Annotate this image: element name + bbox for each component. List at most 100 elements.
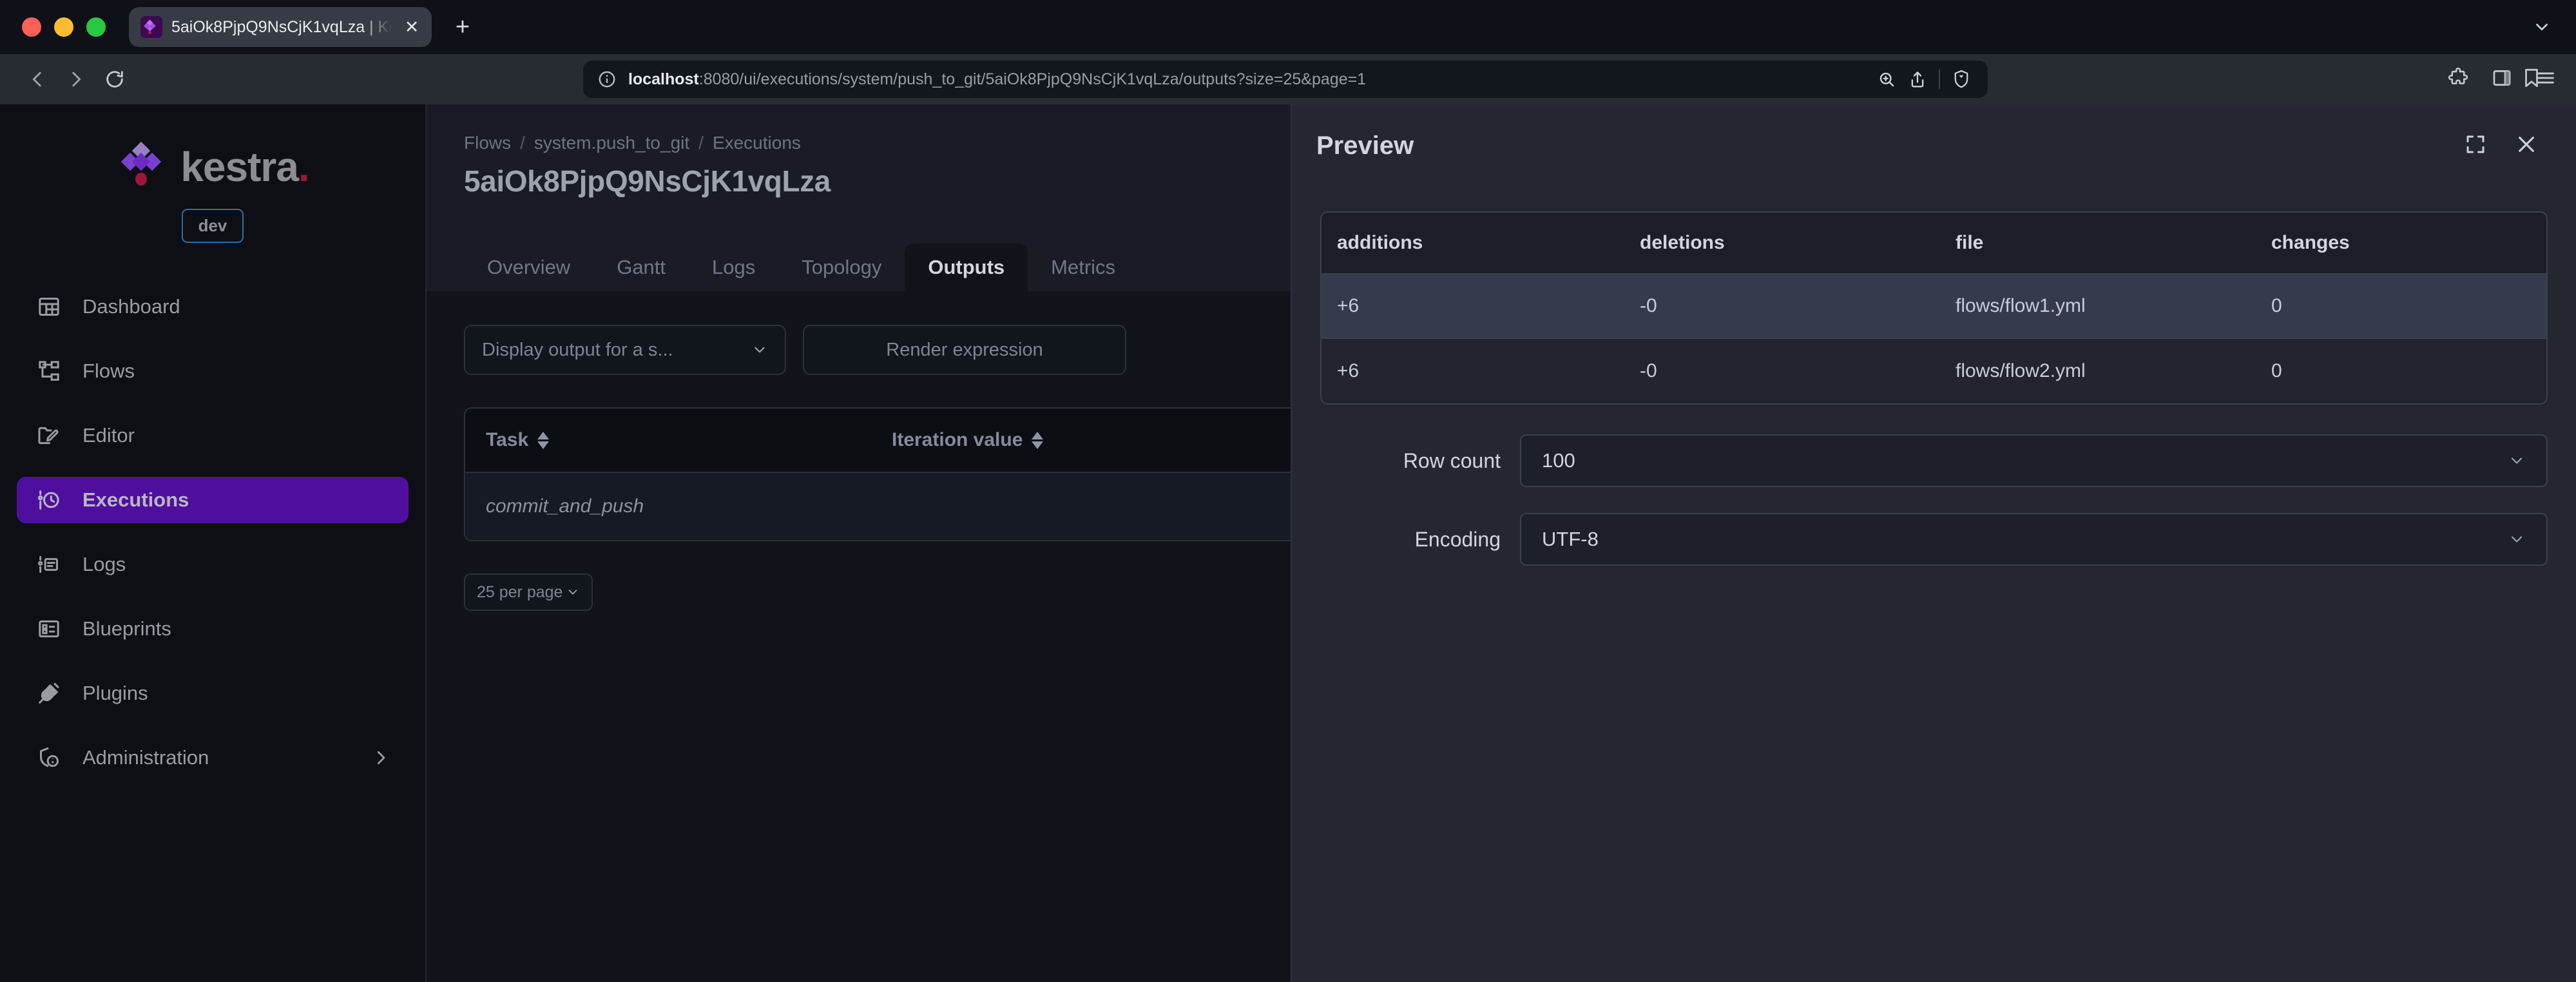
preview-actions — [2464, 132, 2539, 160]
breadcrumb-separator: / — [520, 133, 525, 153]
browser-tab-title: 5aiOk8PjpQ9NsCjK1vqLza | Ke — [171, 18, 392, 37]
kestra-logo-mark — [116, 142, 166, 192]
breadcrumb-item-executions[interactable]: Executions — [713, 133, 801, 153]
sidebar-item-label: Plugins — [82, 682, 148, 705]
zoom-search-icon[interactable] — [1877, 70, 1896, 89]
chevron-down-icon[interactable] — [2531, 16, 2553, 38]
plugins-plug-icon — [35, 679, 63, 708]
reload-icon[interactable] — [95, 62, 134, 97]
chevron-down-icon[interactable] — [2508, 452, 2526, 470]
extensions-puzzle-icon[interactable] — [2447, 67, 2469, 92]
cell-task: commit_and_push — [465, 496, 871, 517]
info-icon[interactable] — [597, 70, 617, 89]
breadcrumb-separator: / — [698, 133, 704, 153]
kestra-logo-text: kestra. — [180, 143, 309, 191]
row-count-field: Row count 100 — [1320, 434, 2548, 487]
sidebar-item-label: Editor — [82, 424, 135, 447]
row-count-select[interactable]: 100 — [1520, 434, 2548, 487]
browser-tab-strip: 5aiOk8PjpQ9NsCjK1vqLza | Ke ✕ + — [0, 0, 2576, 54]
sidebar-item-logs[interactable]: Logs — [17, 541, 409, 588]
cell-changes: 0 — [2256, 295, 2514, 317]
encoding-select[interactable]: UTF-8 — [1520, 513, 2548, 566]
tab-metrics[interactable]: Metrics — [1028, 244, 1139, 291]
browser-tab[interactable]: 5aiOk8PjpQ9NsCjK1vqLza | Ke ✕ — [129, 7, 432, 47]
column-header-iteration-value[interactable]: Iteration value — [871, 429, 1174, 451]
sidebar-item-administration[interactable]: Administration — [17, 735, 409, 781]
url-text: localhost:8080/ui/executions/system/push… — [628, 70, 1865, 89]
encoding-label: Encoding — [1320, 528, 1501, 552]
chevron-right-icon[interactable] — [371, 748, 390, 767]
new-tab-button[interactable]: + — [448, 13, 477, 41]
browser-toolbar-actions — [2447, 67, 2557, 92]
administration-shield-icon — [35, 744, 63, 772]
sidebar-item-dashboard[interactable]: Dashboard — [17, 284, 409, 330]
column-header-task-label: Task — [486, 429, 528, 451]
dashboard-icon — [35, 293, 63, 321]
close-x-icon[interactable] — [2514, 132, 2539, 160]
executions-clock-icon — [35, 486, 63, 514]
brave-shield-icon[interactable] — [1952, 69, 1971, 90]
browser-chrome: 5aiOk8PjpQ9NsCjK1vqLza | Ke ✕ + — [0, 0, 2576, 104]
table-row[interactable]: +6 -0 flows/flow2.yml 0 — [1322, 339, 2546, 403]
tab-gantt[interactable]: Gantt — [593, 244, 689, 291]
sidebar-item-plugins[interactable]: Plugins — [17, 670, 409, 717]
forward-arrow-icon[interactable] — [57, 62, 95, 97]
browser-tab-close-icon[interactable]: ✕ — [401, 19, 423, 36]
sidebar-panel-icon[interactable] — [2491, 67, 2513, 92]
sidebar-item-flows[interactable]: Flows — [17, 348, 409, 394]
preview-title: Preview — [1316, 131, 1414, 160]
expand-fullscreen-icon[interactable] — [2464, 133, 2487, 159]
kestra-logo[interactable]: kestra. — [116, 142, 309, 192]
breadcrumb-item-namespace[interactable]: system.push_to_git — [534, 133, 689, 153]
column-header-iteration-label: Iteration value — [892, 429, 1023, 451]
per-page-select[interactable]: 25 per page — [464, 573, 593, 611]
address-bar[interactable]: localhost:8080/ui/executions/system/push… — [583, 61, 1988, 98]
output-task-select[interactable]: Display output for a s... — [464, 325, 786, 375]
column-header-changes[interactable]: changes — [2256, 232, 2514, 254]
tab-logs[interactable]: Logs — [689, 244, 778, 291]
chevron-down-icon[interactable] — [751, 342, 768, 358]
cell-additions: +6 — [1322, 360, 1624, 382]
per-page-label: 25 per page — [477, 583, 562, 602]
sidebar-item-label: Executions — [82, 488, 189, 512]
sort-arrows-icon[interactable] — [1032, 432, 1043, 449]
preview-panel: Preview additions deletions — [1291, 104, 2576, 982]
sidebar-item-editor[interactable]: Editor — [17, 412, 409, 459]
window-minimize-button[interactable] — [54, 17, 73, 37]
column-header-additions[interactable]: additions — [1322, 232, 1624, 254]
tab-overview[interactable]: Overview — [464, 244, 593, 291]
tab-outputs[interactable]: Outputs — [905, 244, 1028, 291]
encoding-field: Encoding UTF-8 — [1320, 513, 2548, 566]
render-expression-button[interactable]: Render expression — [803, 325, 1126, 375]
sidebar-item-label: Logs — [82, 553, 126, 576]
logs-icon — [35, 550, 63, 579]
flows-icon — [35, 357, 63, 385]
back-arrow-icon[interactable] — [18, 62, 57, 97]
share-icon[interactable] — [1908, 70, 1927, 89]
column-header-file[interactable]: file — [1940, 232, 2256, 254]
window-maximize-button[interactable] — [86, 17, 106, 37]
cell-file: flows/flow2.yml — [1940, 360, 2256, 382]
sidebar-item-executions[interactable]: Executions — [17, 477, 409, 523]
toolbar-divider — [1939, 70, 1940, 89]
column-header-deletions[interactable]: deletions — [1624, 232, 1940, 254]
preview-table-header: additions deletions file changes — [1322, 213, 2546, 274]
sidebar-item-blueprints[interactable]: Blueprints — [17, 606, 409, 652]
window-close-button[interactable] — [22, 17, 41, 37]
tab-topology[interactable]: Topology — [778, 244, 905, 291]
column-header-task[interactable]: Task — [465, 429, 871, 451]
breadcrumb-item-flows[interactable]: Flows — [464, 133, 511, 153]
hamburger-menu-icon[interactable] — [2535, 67, 2557, 92]
window-traffic-lights[interactable] — [22, 17, 106, 37]
sidebar-item-label: Dashboard — [82, 295, 180, 318]
encoding-value: UTF-8 — [1542, 528, 1599, 551]
chevron-down-icon[interactable] — [566, 585, 580, 599]
chevron-down-icon[interactable] — [2508, 530, 2526, 548]
kestra-logo-dot: . — [298, 144, 309, 190]
sidebar: kestra. dev Dashboard — [0, 104, 427, 982]
sidebar-item-label: Flows — [82, 360, 135, 383]
sort-arrows-icon[interactable] — [537, 432, 549, 449]
preview-data-table: additions deletions file changes +6 -0 f… — [1320, 211, 2548, 405]
table-row[interactable]: +6 -0 flows/flow1.yml 0 — [1322, 274, 2546, 339]
sidebar-logo-area[interactable]: kestra. dev — [0, 104, 425, 253]
